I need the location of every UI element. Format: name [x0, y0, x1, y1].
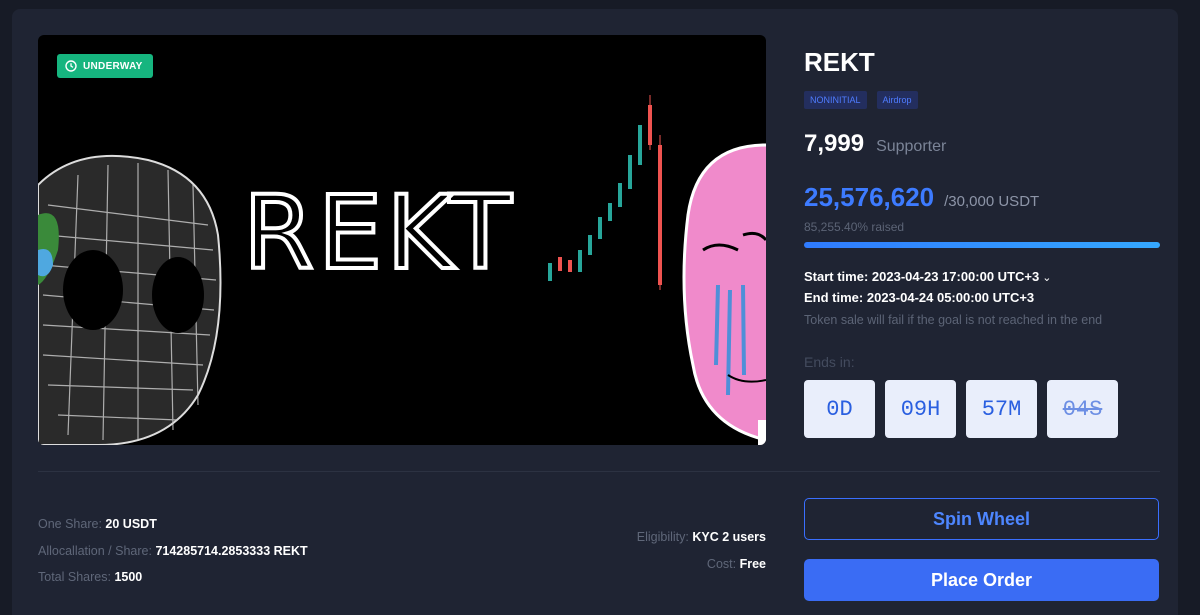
section-divider [38, 471, 1160, 472]
countdown-hours: 09H [885, 380, 956, 438]
status-badge: UNDERWAY [57, 54, 153, 78]
raise-goal: /30,000 USDT [944, 193, 1040, 210]
project-title: REKT [804, 47, 875, 77]
one-share-value: 20 USDT [105, 517, 157, 531]
status-badge-label: UNDERWAY [83, 60, 143, 72]
eligibility-label: Eligibility: [636, 530, 689, 544]
sale-warning: Token sale will fail if the goal is not … [804, 313, 1103, 327]
cost-value: Free [739, 557, 766, 571]
start-time-label: Start time: [804, 269, 869, 284]
cost-label: Cost: [706, 557, 737, 571]
countdown-days: 0D [804, 380, 875, 438]
supporters-label: Supporter [876, 138, 947, 155]
countdown-timer: 0D 09H 57M 04S [804, 380, 1118, 438]
chevron-down-icon[interactable]: ⌄ [1042, 272, 1051, 284]
skull-image [38, 154, 222, 445]
crying-face-image [682, 143, 766, 445]
total-shares-info: Total Shares: 1500 [38, 570, 142, 584]
eligibility-value: KYC 2 users [692, 530, 766, 544]
raised-stat: 25,576,620 /30,000 USDT [804, 182, 1039, 213]
end-time-row: End time: 2023-04-24 05:00:00 UTC+3 [804, 288, 1051, 308]
supporters-stat: 7,999 Supporter [804, 130, 946, 158]
allocation-value: 714285714.2853333 REKT [155, 544, 308, 558]
eligibility-info: Eligibility: KYC 2 users [637, 530, 766, 544]
place-order-button[interactable]: Place Order [804, 559, 1159, 601]
raise-progress-bar [804, 242, 1160, 248]
countdown-seconds: 04S [1047, 380, 1118, 438]
candlestick-art [548, 95, 662, 290]
end-time-label: End time: [804, 290, 864, 305]
tag-airdrop: Airdrop [876, 91, 918, 109]
allocation-info: Allocallation / Share: 714285714.2853333… [38, 544, 308, 558]
cost-info: Cost: Free [707, 557, 766, 571]
start-time-value: 2023-04-23 17:00:00 UTC+3 [871, 269, 1040, 284]
banner-logo-text: REKT [241, 174, 516, 293]
one-share-label: One Share: [38, 517, 102, 531]
sale-schedule: Start time: 2023-04-23 17:00:00 UTC+3 ⌄ E… [804, 267, 1051, 308]
total-shares-value: 1500 [114, 570, 143, 584]
countdown-label: Ends in: [804, 354, 855, 370]
raise-progress-fill [804, 242, 1160, 248]
raised-percent: 85,255.40% raised [804, 220, 905, 234]
end-time-value: 2023-04-24 05:00:00 UTC+3 [866, 290, 1035, 305]
project-tags: NONINITIAL Airdrop [804, 91, 918, 109]
raised-amount: 25,576,620 [804, 182, 935, 212]
countdown-minutes: 57M [966, 380, 1037, 438]
tag-noninitial: NONINITIAL [804, 91, 867, 109]
one-share-info: One Share: 20 USDT [38, 517, 157, 531]
spin-wheel-button[interactable]: Spin Wheel [804, 498, 1159, 540]
allocation-label: Allocallation / Share: [38, 544, 152, 558]
project-banner: UNDERWAY REKT [38, 35, 766, 445]
total-shares-label: Total Shares: [38, 570, 111, 584]
start-time-row[interactable]: Start time: 2023-04-23 17:00:00 UTC+3 ⌄ [804, 267, 1051, 288]
clock-icon [65, 60, 77, 72]
supporters-count: 7,999 [804, 130, 865, 157]
